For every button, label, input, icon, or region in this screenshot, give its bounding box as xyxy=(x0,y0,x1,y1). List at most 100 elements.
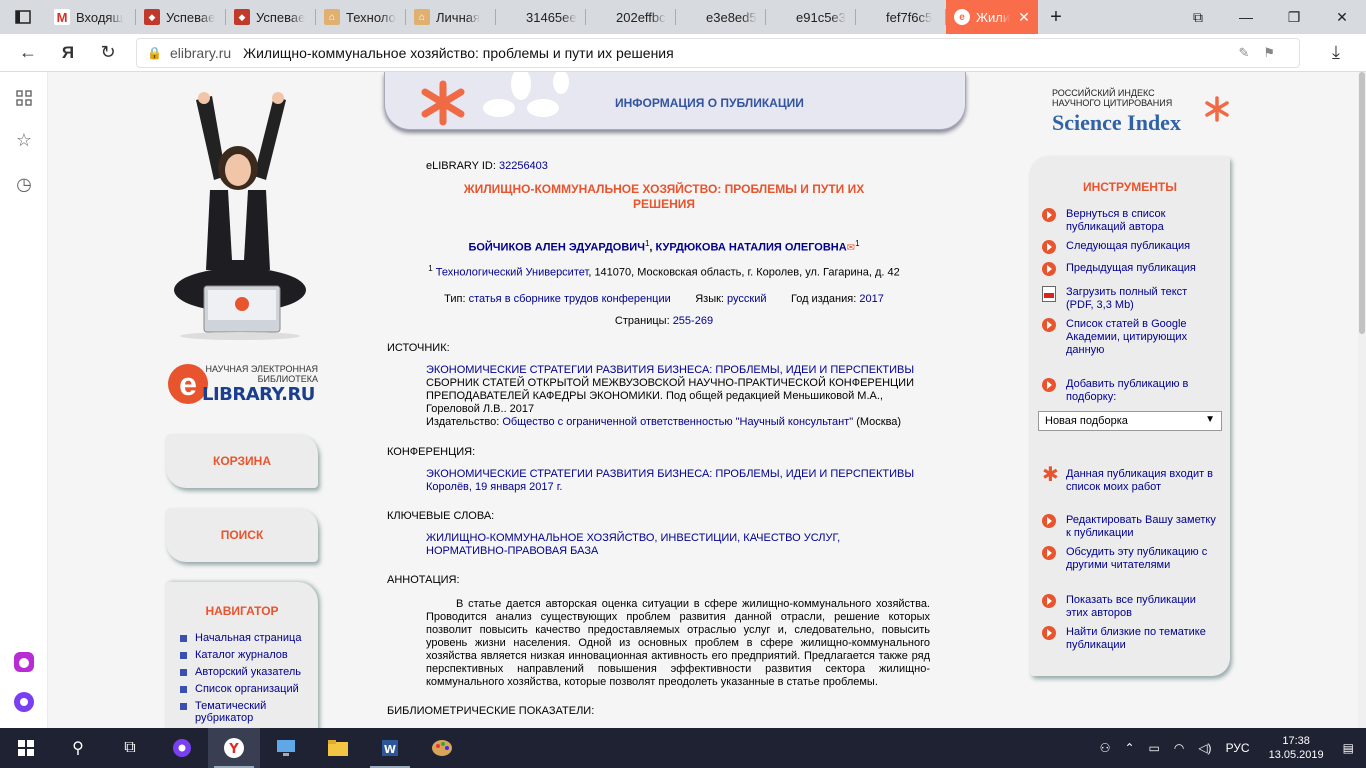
computer-icon[interactable] xyxy=(260,728,312,768)
email-icon[interactable]: ✉ xyxy=(847,243,855,254)
keywords-label: КЛЮЧЕВЫЕ СЛОВА: xyxy=(387,510,495,522)
tool-link[interactable]: Обсудить эту публикацию с другими читате… xyxy=(1066,546,1216,572)
tab-4[interactable]: ⌂ Личная xyxy=(406,0,496,34)
battery-icon[interactable]: ▭ xyxy=(1149,741,1160,755)
tab-0[interactable]: M Входящ xyxy=(46,0,136,34)
cart-button[interactable]: КОРЗИНА xyxy=(166,434,318,488)
history-clock-icon[interactable]: ◷ xyxy=(12,172,36,196)
scrollbar-thumb[interactable] xyxy=(1359,72,1365,334)
input-language[interactable]: РУС xyxy=(1226,741,1250,755)
navigator-link[interactable]: Каталог журналов xyxy=(195,649,288,661)
source-link[interactable]: ЭКОНОМИЧЕСКИЕ СТРАТЕГИИ РАЗВИТИЯ БИЗНЕСА… xyxy=(426,364,914,376)
wifi-icon[interactable]: ◠ xyxy=(1174,741,1184,755)
tool-item[interactable]: Добавить публикацию в подборку: xyxy=(1042,378,1224,404)
search-icon[interactable]: ⚲ xyxy=(52,728,104,768)
tab-active[interactable]: e Жили ✕ xyxy=(946,0,1038,34)
tool-item[interactable]: ✱ Данная публикация входит в список моих … xyxy=(1042,465,1224,494)
close-window-button[interactable]: ✕ xyxy=(1318,0,1366,34)
tool-link[interactable]: Показать все публикации этих авторов xyxy=(1066,594,1216,620)
yandex-icon[interactable]: Я xyxy=(48,34,88,72)
year-value[interactable]: 2017 xyxy=(859,293,883,305)
favorites-star-icon[interactable]: ☆ xyxy=(12,128,36,152)
tool-link[interactable]: Данная публикация входит в список моих р… xyxy=(1066,468,1216,494)
tool-item[interactable]: Следующая публикация xyxy=(1042,240,1224,254)
page-scrollbar[interactable] xyxy=(1358,72,1366,728)
tool-item[interactable]: Показать все публикации этих авторов xyxy=(1042,594,1224,620)
navigator-item[interactable]: Каталог журналов xyxy=(180,649,318,661)
tab-5[interactable]: 31465ee xyxy=(496,0,586,34)
paint-icon[interactable] xyxy=(416,728,468,768)
back-button[interactable]: ← xyxy=(8,34,48,72)
id-link[interactable]: 32256403 xyxy=(499,160,548,172)
navigator-link[interactable]: Список организаций xyxy=(195,683,299,695)
url-field[interactable]: 🔒 elibrary.ru Жилищно-коммунальное хозяй… xyxy=(136,38,1300,68)
navigator-link[interactable]: Тематический рубрикатор xyxy=(195,700,285,724)
volume-icon[interactable]: ◁) xyxy=(1198,741,1211,755)
author-link-1[interactable]: БОЙЧИКОВ АЛЕН ЭДУАРДОВИЧ xyxy=(468,242,645,254)
alice-taskbar-icon[interactable] xyxy=(156,728,208,768)
navigator-link[interactable]: Начальная страница xyxy=(195,632,301,644)
navigator-item[interactable]: Авторский указатель xyxy=(180,666,318,678)
tab-7[interactable]: e3e8ed5 xyxy=(676,0,766,34)
tab-3[interactable]: ⌂ Техноло xyxy=(316,0,406,34)
file-explorer-icon[interactable] xyxy=(312,728,364,768)
tab-6[interactable]: 202effbc xyxy=(586,0,676,34)
conference-link[interactable]: ЭКОНОМИЧЕСКИЕ СТРАТЕГИИ РАЗВИТИЯ БИЗНЕСА… xyxy=(426,468,914,480)
tool-link[interactable]: Вернуться в список публикаций автора xyxy=(1066,208,1216,234)
tool-item[interactable]: Найти близкие по тематике публикации xyxy=(1042,626,1224,652)
reload-button[interactable]: ↻ xyxy=(88,34,128,72)
affiliation-link[interactable]: Технологический Университет xyxy=(436,267,589,279)
bookmark-icon[interactable]: ✎⚑ xyxy=(1238,45,1289,61)
downloads-icon[interactable]: ⤓ xyxy=(1316,34,1356,72)
new-tab-button[interactable]: + xyxy=(1038,0,1074,34)
alice-voice-icon[interactable] xyxy=(12,690,36,714)
elibrary-logo[interactable]: e НАУЧНАЯ ЭЛЕКТРОННАЯ БИБЛИОТЕКА LIBRARY… xyxy=(168,362,318,405)
tool-link[interactable]: Список статей в Google Академии, цитирую… xyxy=(1066,318,1216,357)
restore-button[interactable]: ❐ xyxy=(1270,0,1318,34)
tool-link[interactable]: Следующая публикация xyxy=(1066,240,1216,253)
tool-link[interactable]: Редактировать Вашу заметку к публикации xyxy=(1066,514,1216,540)
science-index-logo[interactable]: РОССИЙСКИЙ ИНДЕКС НАУЧНОГО ЦИТИРОВАНИЯ S… xyxy=(1052,88,1232,138)
task-view-icon[interactable]: ⧉ xyxy=(104,728,156,768)
tool-item[interactable]: Редактировать Вашу заметку к публикации xyxy=(1042,514,1224,540)
minimize-button[interactable]: — xyxy=(1222,0,1270,34)
navigator-link[interactable]: Авторский указатель xyxy=(195,666,301,678)
tool-link[interactable]: Предыдущая публикация xyxy=(1066,262,1216,275)
bookmarks-icon[interactable]: ⧉ xyxy=(1174,0,1222,34)
collection-select[interactable]: Новая подборка ▼ xyxy=(1038,411,1222,431)
tool-item[interactable]: Список статей в Google Академии, цитирую… xyxy=(1042,318,1224,357)
lang-value[interactable]: русский xyxy=(727,293,766,305)
tool-item[interactable]: Предыдущая публикация xyxy=(1042,262,1224,276)
tool-item[interactable]: Вернуться в список публикаций автора xyxy=(1042,208,1224,234)
close-tab-icon[interactable]: ✕ xyxy=(1018,9,1030,26)
tool-item[interactable]: Загрузить полный текст (PDF, 3,3 Mb) xyxy=(1042,286,1224,312)
people-icon[interactable]: ⚇ xyxy=(1100,741,1111,755)
tab-1[interactable]: ◆ Успевае xyxy=(136,0,226,34)
clock[interactable]: 17:38 13.05.2019 xyxy=(1269,734,1324,762)
tab-list-icon[interactable] xyxy=(0,0,46,34)
author-link-2[interactable]: КУРДЮКОВА НАТАЛИЯ ОЛЕГОВНА xyxy=(656,242,847,254)
alice-app-icon[interactable] xyxy=(12,650,36,674)
windows-start-icon[interactable] xyxy=(0,728,52,768)
tool-item[interactable]: Обсудить эту публикацию с другими читате… xyxy=(1042,546,1224,572)
pages-value[interactable]: 255-269 xyxy=(673,315,713,327)
type-value[interactable]: статья в сборнике трудов конференции xyxy=(469,293,671,305)
word-icon[interactable]: W xyxy=(364,728,416,768)
tab-8[interactable]: e91c5e3 xyxy=(766,0,856,34)
keywords-links[interactable]: ЖИЛИЩНО-КОММУНАЛЬНОЕ ХОЗЯЙСТВО, ИНВЕСТИЦ… xyxy=(426,532,840,557)
tool-link[interactable]: Загрузить полный текст (PDF, 3,3 Mb) xyxy=(1066,286,1216,312)
apps-grid-icon[interactable] xyxy=(12,86,36,110)
navigator-item[interactable]: Список организаций xyxy=(180,683,318,695)
publisher-link[interactable]: Общество с ограниченной ответственностью… xyxy=(502,416,853,428)
navigator-item[interactable]: Тематический рубрикатор xyxy=(180,700,318,724)
show-hidden-icon[interactable]: ⌃ xyxy=(1124,741,1134,755)
yandex-browser-icon[interactable]: Y xyxy=(208,728,260,768)
tab-2[interactable]: ◆ Успевае xyxy=(226,0,316,34)
tool-link[interactable]: Найти близкие по тематике публикации xyxy=(1066,626,1216,652)
conference-place[interactable]: Королёв, 19 января 2017 г. xyxy=(426,481,562,493)
tab-9[interactable]: fef7f6c5 xyxy=(856,0,946,34)
search-button[interactable]: ПОИСК xyxy=(166,508,318,562)
tool-link[interactable]: Добавить публикацию в подборку: xyxy=(1066,378,1216,404)
notifications-icon[interactable]: ▤ xyxy=(1343,741,1354,755)
navigator-item[interactable]: Начальная страница xyxy=(180,632,318,644)
